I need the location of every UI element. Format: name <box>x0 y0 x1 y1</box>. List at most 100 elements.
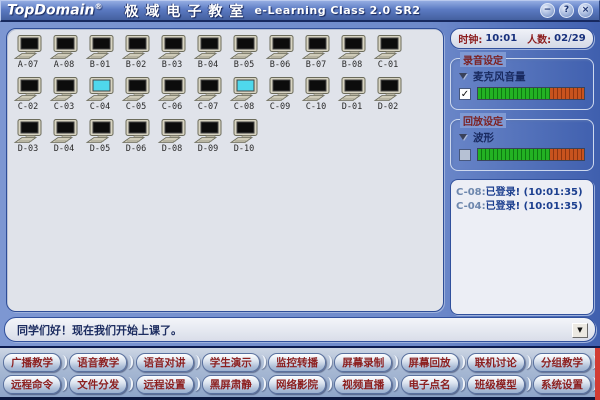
student-id-label: D-09 <box>197 144 219 154</box>
clock-value: 10:01 <box>485 33 518 44</box>
toolbar-button-label: 远程命令 <box>3 374 61 394</box>
toolbar-button-label: 广播教学 <box>3 352 61 372</box>
toolbar-button-label: 屏幕回放 <box>400 352 459 372</box>
button-arc-decoration <box>128 355 134 369</box>
toolbar-button-label: 文件分发 <box>69 374 128 394</box>
student-computer-A-08[interactable]: A-08 <box>46 35 82 77</box>
log-message: 已登录! (10:01:35) <box>485 201 583 212</box>
student-id-label: B-03 <box>161 60 183 70</box>
toolbar-button-班级模型[interactable]: 班级模型 <box>466 374 531 394</box>
student-computer-B-01[interactable]: B-01 <box>82 35 118 77</box>
message-text: 同学们好！现在我们开始上课了。 <box>17 323 182 337</box>
button-arc-decoration <box>195 355 200 369</box>
student-computer-B-04[interactable]: B-04 <box>190 35 226 77</box>
student-computer-D-02[interactable]: D-02 <box>370 77 406 119</box>
app-title-chinese: 极域电子教室 <box>124 3 251 20</box>
student-computer-B-02[interactable]: B-02 <box>118 35 154 77</box>
message-dropdown-button[interactable]: ▼ <box>572 323 588 338</box>
student-computer-D-03[interactable]: D-03 <box>10 119 46 161</box>
student-id-label: C-10 <box>305 102 327 112</box>
student-id-label: B-04 <box>197 60 219 70</box>
student-computer-C-09[interactable]: C-09 <box>262 77 298 119</box>
student-id-label: C-07 <box>197 102 219 112</box>
toolbar-button-分组教学[interactable]: 分组教学 <box>533 352 597 372</box>
student-computer-D-09[interactable]: D-09 <box>190 119 226 161</box>
student-computer-C-10[interactable]: C-10 <box>298 77 334 119</box>
function-toolbar: 广播教学 语音教学 语音对讲 学生演示 监控转播 屏幕录制 屏幕回放 联机讨论 分组教学 远程命… <box>0 346 600 400</box>
message-combobox[interactable]: 同学们好！现在我们开始上课了。 ▼ <box>4 317 596 342</box>
student-computer-D-01[interactable]: D-01 <box>334 77 370 119</box>
toolbar-button-监控转播[interactable]: 监控转播 <box>268 352 332 372</box>
student-computer-B-06[interactable]: B-06 <box>262 35 298 77</box>
toolbar-button-label: 黑屏肃静 <box>201 374 260 394</box>
toolbar-button-远程设置[interactable]: 远程设置 <box>135 374 200 394</box>
minimize-button[interactable]: − <box>540 3 555 18</box>
student-id-label: C-02 <box>17 102 39 112</box>
student-computer-B-05[interactable]: B-05 <box>226 35 262 77</box>
student-computer-D-04[interactable]: D-04 <box>46 119 82 161</box>
waveform-label: 波形 <box>473 131 494 144</box>
student-id-label: B-08 <box>341 60 363 70</box>
student-computer-C-08[interactable]: C-08 <box>226 77 262 119</box>
button-arc-decoration <box>261 355 266 369</box>
student-computer-C-01[interactable]: C-01 <box>370 35 406 77</box>
count-label: 人数: <box>527 35 552 46</box>
toolbar-button-电子点名[interactable]: 电子点名 <box>400 374 465 394</box>
student-computer-C-02[interactable]: C-02 <box>10 77 46 119</box>
app-title-english: e-Learning Class 2.0 SR2 <box>254 4 421 17</box>
student-id-label: D-10 <box>233 144 255 154</box>
playback-group-title: 回放设定 <box>460 113 506 128</box>
student-id-label: C-01 <box>377 60 399 70</box>
help-button[interactable]: ? <box>559 3 574 18</box>
mic-volume-meter <box>477 87 585 100</box>
student-id-label: D-01 <box>341 102 363 112</box>
toolbar-button-学生演示[interactable]: 学生演示 <box>201 352 266 372</box>
toolbar-button-label: 视频直播 <box>334 374 393 394</box>
chevron-down-icon[interactable] <box>459 134 467 140</box>
student-computer-D-05[interactable]: D-05 <box>82 119 118 161</box>
waveform-checkbox[interactable] <box>459 148 471 161</box>
close-button[interactable]: × <box>578 3 593 18</box>
toolbar-button-语音教学[interactable]: 语音教学 <box>69 352 134 372</box>
toolbar-button-系统设置[interactable]: 系统设置 <box>533 374 597 394</box>
button-arc-decoration <box>460 355 465 369</box>
student-computer-C-06[interactable]: C-06 <box>154 77 190 119</box>
student-computer-B-03[interactable]: B-03 <box>154 35 190 77</box>
student-computer-B-08[interactable]: B-08 <box>334 35 370 77</box>
toolbar-button-黑屏肃静[interactable]: 黑屏肃静 <box>201 374 266 394</box>
student-grid: A-07 A-08 B-01 B-02 B-03 B-04 B-05 B-06 … <box>10 35 441 161</box>
clock-label: 时钟: <box>458 35 483 46</box>
toolbar-button-联机讨论[interactable]: 联机讨论 <box>466 352 531 372</box>
toolbar-button-屏幕回放[interactable]: 屏幕回放 <box>400 352 465 372</box>
sidebar: 时钟: 10:01 人数: 02/29 录音设定 麦克风音量 ✓ 回放设定 波形 <box>450 28 594 315</box>
student-id-label: D-06 <box>125 144 147 154</box>
toolbar-button-远程命令[interactable]: 远程命令 <box>3 374 67 394</box>
student-computer-A-07[interactable]: A-07 <box>10 35 46 77</box>
button-arc-decoration <box>393 377 399 391</box>
student-computer-C-05[interactable]: C-05 <box>118 77 154 119</box>
registered-mark: ® <box>94 2 103 12</box>
chevron-down-icon[interactable] <box>459 73 467 79</box>
recording-settings-group: 录音设定 麦克风音量 ✓ <box>450 52 594 110</box>
mic-volume-label: 麦克风音量 <box>473 70 526 83</box>
student-computer-C-07[interactable]: C-07 <box>190 77 226 119</box>
toolbar-button-语音对讲[interactable]: 语音对讲 <box>135 352 200 372</box>
toolbar-button-屏幕录制[interactable]: 屏幕录制 <box>334 352 399 372</box>
student-id-label: B-07 <box>305 60 327 70</box>
playback-settings-group: 回放设定 波形 <box>450 113 594 171</box>
student-computer-C-03[interactable]: C-03 <box>46 77 82 119</box>
event-log[interactable]: C-08:已登录! (10:01:35) C-04:已登录! (10:01:35) <box>450 179 594 315</box>
mic-volume-checkbox[interactable]: ✓ <box>459 87 471 100</box>
toolbar-button-视频直播[interactable]: 视频直播 <box>334 374 399 394</box>
app-logo: TopDomain® <box>7 2 103 19</box>
toolbar-button-网络影院[interactable]: 网络影院 <box>268 374 332 394</box>
toolbar-button-文件分发[interactable]: 文件分发 <box>69 374 134 394</box>
button-arc-decoration <box>195 377 200 391</box>
toolbar-button-label: 远程设置 <box>135 374 194 394</box>
student-computer-D-06[interactable]: D-06 <box>118 119 154 161</box>
student-computer-D-10[interactable]: D-10 <box>226 119 262 161</box>
student-computer-C-04[interactable]: C-04 <box>82 77 118 119</box>
student-computer-B-07[interactable]: B-07 <box>298 35 334 77</box>
toolbar-button-广播教学[interactable]: 广播教学 <box>3 352 67 372</box>
student-computer-D-08[interactable]: D-08 <box>154 119 190 161</box>
